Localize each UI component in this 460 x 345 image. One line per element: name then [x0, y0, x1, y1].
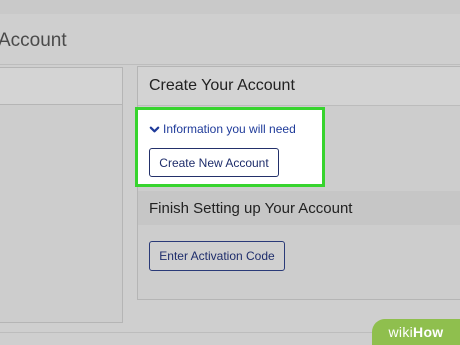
watermark-prefix: wiki	[388, 324, 414, 340]
chevron-down-icon	[149, 126, 160, 132]
left-panel-header	[0, 68, 122, 105]
enter-activation-code-button[interactable]: Enter Activation Code	[149, 241, 285, 271]
wikihow-watermark: wiki How	[372, 319, 460, 345]
finish-setup-heading: Finish Setting up Your Account	[149, 200, 353, 217]
highlighted-create-section: Information you will need Create New Acc…	[135, 107, 325, 187]
top-band	[0, 0, 460, 14]
watermark-suffix: How	[413, 324, 444, 340]
finish-setup-header: Finish Setting up Your Account	[138, 191, 460, 225]
create-account-header: Create Your Account	[138, 67, 460, 106]
information-needed-label: Information you will need	[163, 122, 296, 136]
information-needed-link[interactable]: Information you will need	[149, 122, 296, 136]
page-title: Account	[0, 30, 67, 51]
left-panel	[0, 67, 123, 323]
title-divider	[0, 64, 460, 65]
create-new-account-button[interactable]: Create New Account	[149, 148, 279, 177]
create-account-heading: Create Your Account	[149, 77, 295, 94]
